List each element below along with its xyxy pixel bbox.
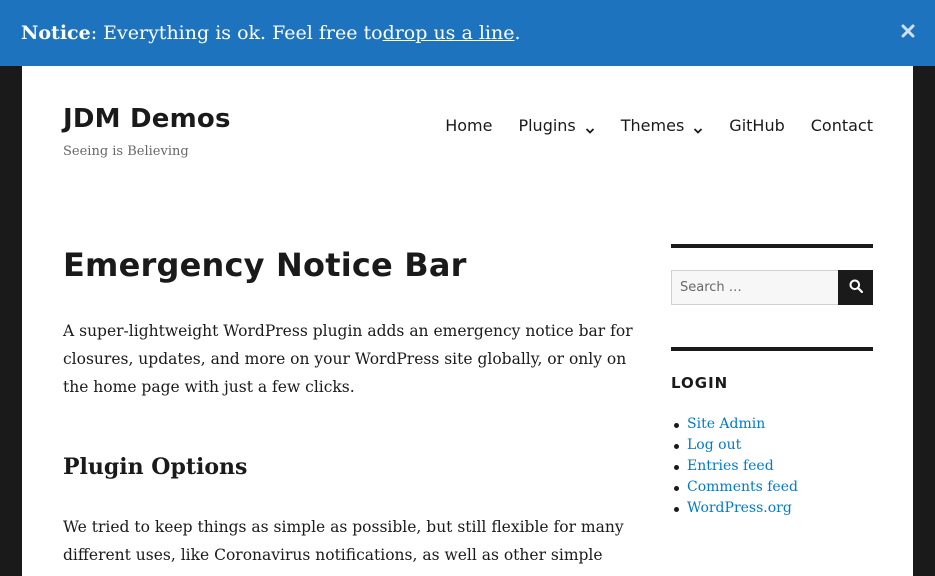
nav-item-plugins[interactable]: Plugins [518,116,594,135]
notice-end: . [514,22,521,44]
list-item: Site Admin [671,414,798,435]
list-item: WordPress.org [671,498,798,519]
options-paragraph: We tried to keep things as simple as pos… [63,518,624,576]
close-icon[interactable] [901,21,915,38]
nav-item-label: GitHub [729,116,785,135]
list-item: Entries feed [671,456,798,477]
intro-paragraph: A super-lightweight WordPress plugin add… [63,322,633,396]
nav-item-label: Home [445,116,493,135]
site-title[interactable]: JDM Demos [63,104,231,134]
page: JDM Demos Seeing is Believing Home Plugi… [22,66,913,576]
login-links: Site Admin Log out Entries feed Comments… [671,414,798,519]
login-widget-title: LOGIN [671,374,729,392]
main-nav: Home Plugins Themes GitHub Contact [445,116,873,135]
site-tagline: Seeing is Believing [63,144,189,159]
widget-divider [671,347,873,351]
log-out-link[interactable]: Log out [687,437,741,453]
widget-divider [671,244,873,248]
comments-feed-link[interactable]: Comments feed [687,479,798,495]
nav-item-contact[interactable]: Contact [811,116,873,135]
notice-link[interactable]: drop us a line [383,22,515,44]
nav-item-label: Contact [810,116,873,135]
notice-text: : Everything is ok. Feel free to [90,22,383,44]
chevron-down-icon[interactable] [693,121,703,134]
nav-item-label: Themes [620,116,685,135]
notice-bar: Notice: Everything is ok. Feel free to d… [0,0,935,66]
list-item: Log out [671,435,798,456]
chevron-down-icon[interactable] [585,121,595,134]
page-title: Emergency Notice Bar [63,246,467,284]
nav-item-label: Plugins [518,116,576,135]
nav-item-themes[interactable]: Themes [621,116,704,135]
site-admin-link[interactable]: Site Admin [687,416,765,432]
search-form [671,270,873,305]
section-heading: Plugin Options [63,454,248,480]
list-item: Comments feed [671,477,798,498]
search-input[interactable] [671,270,838,305]
search-icon [849,279,863,296]
notice-label: Notice [21,22,91,44]
nav-item-github[interactable]: GitHub [729,116,784,135]
search-button[interactable] [838,270,873,305]
nav-item-home[interactable]: Home [445,116,492,135]
entries-feed-link[interactable]: Entries feed [687,458,774,474]
wordpress-org-link[interactable]: WordPress.org [687,500,792,516]
